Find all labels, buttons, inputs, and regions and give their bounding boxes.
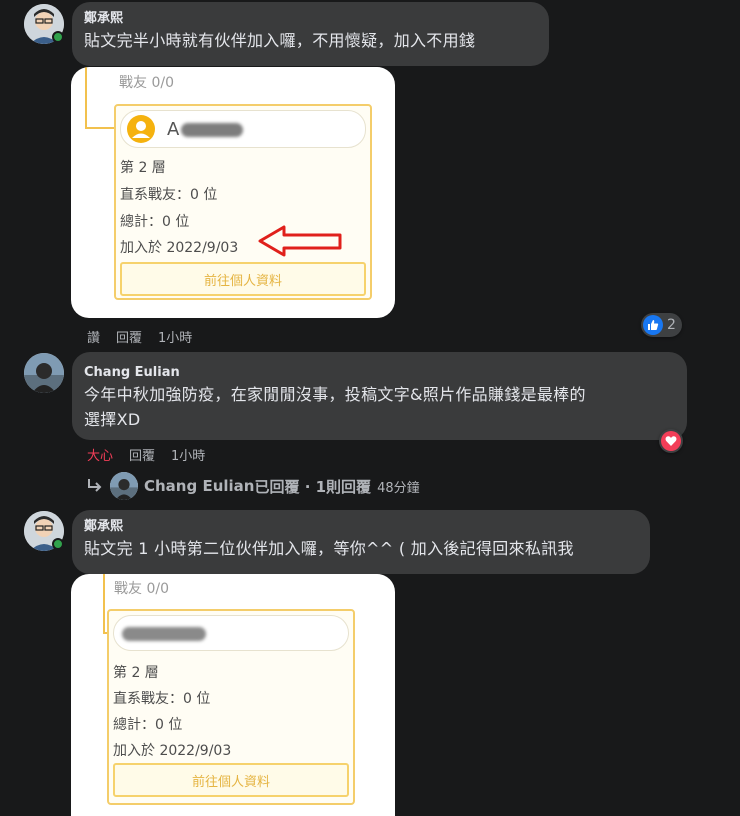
connector-line xyxy=(85,67,115,129)
member-card: 第 2 層 直系戰友：0 位 總計：0 位 加入於 2022/9/03 前往個人… xyxy=(107,609,355,805)
card-joined-date: 加入於 2022/9/03 xyxy=(120,240,239,256)
go-to-profile-button[interactable]: 前往個人資料 xyxy=(120,262,366,296)
member-card: A 第 2 層 直系戰友：0 位 總計：0 位 加入於 2022/9/03 前往… xyxy=(114,104,372,300)
view-replies-link[interactable]: Chang Eulian 已回覆 · 1則回覆 48分鐘 xyxy=(86,472,420,500)
card-direct-count: 直系戰友：0 位 xyxy=(113,691,211,707)
comment-actions: 大心 回覆 1小時 xyxy=(87,445,205,464)
comment-author[interactable]: 鄭承熙 xyxy=(84,10,537,28)
comment-text: 貼文完 1 小時第二位伙伴加入囉，等你^^ ( 加入後記得回來私訊我 xyxy=(84,539,574,558)
arrow-annotation-icon xyxy=(258,225,342,257)
member-name: A xyxy=(167,119,180,140)
reply-author: Chang Eulian xyxy=(144,477,255,495)
comment-bubble: 鄭承熙 貼文完 1 小時第二位伙伴加入囉，等你^^ ( 加入後記得回來私訊我 xyxy=(72,510,650,574)
card-layer: 第 2 層 xyxy=(120,160,166,176)
card-total-count: 總計：0 位 xyxy=(120,214,190,230)
reaction-count-badge[interactable]: 2 xyxy=(641,313,682,337)
user-icon xyxy=(127,115,155,143)
comment-author[interactable]: 鄭承熙 xyxy=(84,518,638,536)
redacted-name xyxy=(122,627,206,641)
avatar xyxy=(110,472,138,500)
card-header: 戰友 0/0 xyxy=(114,581,169,597)
heart-icon xyxy=(661,431,681,451)
redacted-name xyxy=(181,123,243,137)
like-icon xyxy=(643,315,663,335)
comment-text-line: 選擇XD xyxy=(84,410,141,429)
avatar[interactable] xyxy=(24,353,64,393)
comment-timestamp[interactable]: 1小時 xyxy=(158,327,192,346)
online-status-indicator xyxy=(52,538,64,550)
comment-attachment-image[interactable]: 戰友 0/0 第 2 層 直系戰友：0 位 總計：0 位 加入於 2022/9/… xyxy=(71,574,395,816)
reaction-badge[interactable] xyxy=(659,429,683,453)
card-direct-count: 直系戰友：0 位 xyxy=(120,187,218,203)
reply-arrow-icon xyxy=(88,479,102,492)
reply-button[interactable]: 回覆 xyxy=(116,327,142,346)
comment-actions: 讚 回覆 1小時 xyxy=(87,327,192,346)
love-reaction-button[interactable]: 大心 xyxy=(87,445,113,464)
comment-text: 貼文完半小時就有伙伴加入囉，不用懷疑，加入不用錢 xyxy=(84,31,476,50)
reply-summary: 已回覆 · 1則回覆 xyxy=(254,477,372,496)
like-button[interactable]: 讚 xyxy=(87,327,100,346)
comment-bubble: 鄭承熙 貼文完半小時就有伙伴加入囉，不用懷疑，加入不用錢 xyxy=(72,2,549,66)
reply-timestamp: 48分鐘 xyxy=(377,480,420,496)
reaction-count: 2 xyxy=(667,317,676,333)
card-layer: 第 2 層 xyxy=(113,665,159,681)
card-total-count: 總計：0 位 xyxy=(113,717,183,733)
reply-button[interactable]: 回覆 xyxy=(129,445,155,464)
online-status-indicator xyxy=(52,31,64,43)
member-name-pill: A xyxy=(120,110,366,148)
go-to-profile-button[interactable]: 前往個人資料 xyxy=(113,763,349,797)
comment-timestamp[interactable]: 1小時 xyxy=(171,445,205,464)
member-name-pill xyxy=(113,615,349,651)
comment-bubble: Chang Eulian 今年中秋加強防疫，在家閒閒沒事，投稿文字&照片作品賺錢… xyxy=(72,352,687,440)
card-header: 戰友 0/0 xyxy=(119,75,174,91)
card-joined-date: 加入於 2022/9/03 xyxy=(113,743,232,759)
comment-text-line: 今年中秋加強防疫，在家閒閒沒事，投稿文字&照片作品賺錢是最棒的 xyxy=(84,385,586,404)
comment-attachment-image[interactable]: 戰友 0/0 A 第 2 層 直系戰友：0 位 總計：0 位 加入於 2022/… xyxy=(71,67,395,318)
comment-author[interactable]: Chang Eulian xyxy=(84,364,675,382)
